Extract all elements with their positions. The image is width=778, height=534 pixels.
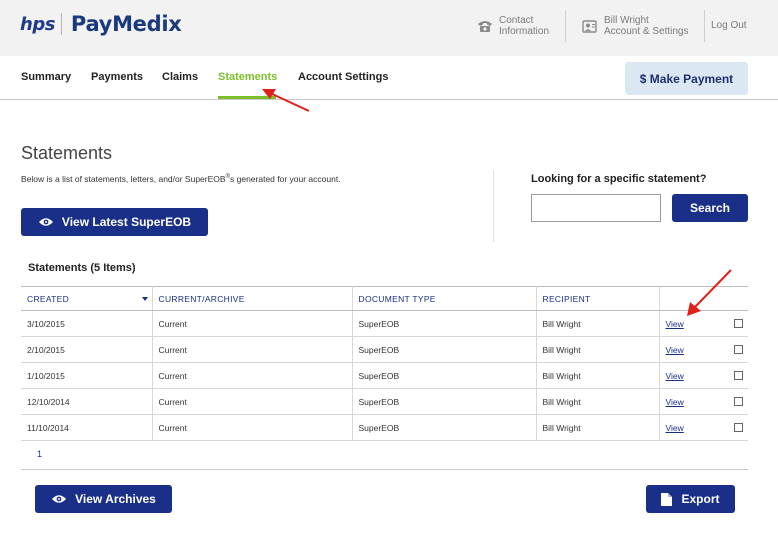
caret-down-icon xyxy=(141,297,148,301)
logo-name-text: PayMedix xyxy=(70,12,182,36)
cell-recipient: Bill Wright xyxy=(536,388,660,415)
cell-document-type: SuperEOB xyxy=(352,388,537,415)
cell-actions: View xyxy=(659,310,748,337)
table-header-row: CREATED CURRENT/ARCHIVE DOCUMENT TYPE RE… xyxy=(21,286,748,311)
eye-icon xyxy=(38,218,53,226)
cell-status: Current xyxy=(152,310,353,337)
account-label: Bill Wright Account & Settings xyxy=(604,15,689,37)
cell-created: 1/10/2015 xyxy=(21,362,153,389)
paymedix-logo[interactable]: hps PayMedix xyxy=(20,12,182,36)
page-title: Statements xyxy=(21,143,113,163)
view-link[interactable]: View xyxy=(666,345,684,355)
column-header-recipient[interactable]: RECIPIENT xyxy=(536,286,660,311)
statement-search-input[interactable] xyxy=(531,194,661,222)
created-header-label: CREATED xyxy=(27,293,70,304)
view-link[interactable]: View xyxy=(666,397,684,407)
cell-document-type: SuperEOB xyxy=(352,336,537,363)
view-link[interactable]: View xyxy=(666,371,684,381)
page-description: Below is a list of statements, letters, … xyxy=(21,174,341,184)
contact-line1: Contact xyxy=(499,15,534,26)
column-header-created[interactable]: CREATED xyxy=(21,286,153,311)
cell-status: Current xyxy=(152,414,353,441)
active-tab-underline xyxy=(218,96,276,99)
table-footer-divider xyxy=(21,469,748,470)
cell-actions: View xyxy=(659,388,748,415)
cell-created: 2/10/2015 xyxy=(21,336,153,363)
account-settings-link[interactable]: Bill Wright Account & Settings xyxy=(582,10,689,42)
description-text: Below is a list of statements, letters, … xyxy=(21,174,226,184)
top-header: hps PayMedix Contact Information Bill Wr… xyxy=(0,0,778,56)
statements-table: CREATED CURRENT/ARCHIVE DOCUMENT TYPE RE… xyxy=(21,286,748,441)
column-header-current-archive[interactable]: CURRENT/ARCHIVE xyxy=(152,286,353,311)
logo-divider xyxy=(60,13,62,35)
view-archives-label: View Archives xyxy=(75,492,156,506)
tab-payments[interactable]: Payments xyxy=(91,71,143,83)
cell-status: Current xyxy=(152,388,353,415)
cell-recipient: Bill Wright xyxy=(536,362,660,389)
user-card-icon xyxy=(582,20,597,33)
tab-statements[interactable]: Statements xyxy=(218,71,277,83)
cell-created: 11/10/2014 xyxy=(21,414,153,441)
cell-created: 3/10/2015 xyxy=(21,310,153,337)
table-row: 12/10/2014 Current SuperEOB Bill Wright … xyxy=(21,388,748,415)
table-row: 3/10/2015 Current SuperEOB Bill Wright V… xyxy=(21,310,748,337)
logo-hps-text: hps xyxy=(20,13,55,35)
table-row: 2/10/2015 Current SuperEOB Bill Wright V… xyxy=(21,336,748,363)
row-checkbox[interactable] xyxy=(734,371,743,380)
contact-information-link[interactable]: Contact Information xyxy=(477,10,549,42)
cell-recipient: Bill Wright xyxy=(536,414,660,441)
user-name: Bill Wright xyxy=(604,15,649,26)
view-latest-supereob-button[interactable]: View Latest SuperEOB xyxy=(21,208,208,236)
document-icon xyxy=(661,492,673,506)
description-suffix: s generated for your account. xyxy=(230,174,341,184)
search-button[interactable]: Search xyxy=(672,194,748,222)
view-latest-label: View Latest SuperEOB xyxy=(61,215,192,229)
search-label: Looking for a specific statement? xyxy=(531,173,707,185)
cell-recipient: Bill Wright xyxy=(536,336,660,363)
row-checkbox[interactable] xyxy=(734,345,743,354)
row-checkbox[interactable] xyxy=(734,423,743,432)
table-row: 1/10/2015 Current SuperEOB Bill Wright V… xyxy=(21,362,748,389)
column-header-actions xyxy=(659,286,748,311)
export-label: Export xyxy=(681,492,720,506)
cell-actions: View xyxy=(659,336,748,363)
logout-link[interactable]: Log Out xyxy=(711,20,747,31)
column-header-document-type[interactable]: DOCUMENT TYPE xyxy=(352,286,537,311)
cell-document-type: SuperEOB xyxy=(352,310,537,337)
tab-account-settings[interactable]: Account Settings xyxy=(298,71,388,83)
eye-icon xyxy=(52,495,67,503)
contact-label: Contact Information xyxy=(499,15,549,37)
account-settings-label: Account & Settings xyxy=(604,26,689,37)
cell-actions: View xyxy=(659,414,748,441)
phone-icon xyxy=(478,21,492,32)
view-archives-button[interactable]: View Archives xyxy=(35,485,172,513)
view-link[interactable]: View xyxy=(666,319,684,329)
tab-claims[interactable]: Claims xyxy=(162,71,198,83)
cell-document-type: SuperEOB xyxy=(352,414,537,441)
cell-status: Current xyxy=(152,362,353,389)
make-payment-button[interactable]: $ Make Payment xyxy=(625,62,748,95)
cell-actions: View xyxy=(659,362,748,389)
contact-line2: Information xyxy=(499,26,550,37)
header-separator xyxy=(704,10,705,42)
row-checkbox[interactable] xyxy=(734,319,743,328)
cell-document-type: SuperEOB xyxy=(352,362,537,389)
cell-recipient: Bill Wright xyxy=(536,310,660,337)
main-nav: Summary Payments Claims Statements Accou… xyxy=(0,56,778,100)
view-link[interactable]: View xyxy=(666,423,684,433)
cell-status: Current xyxy=(152,336,353,363)
statements-list-title: Statements (5 Items) xyxy=(28,262,136,274)
tab-summary[interactable]: Summary xyxy=(21,71,71,83)
header-separator xyxy=(565,10,566,42)
row-checkbox[interactable] xyxy=(734,397,743,406)
pagination-page[interactable]: 1 xyxy=(37,449,42,459)
export-button[interactable]: Export xyxy=(646,485,735,513)
cell-created: 12/10/2014 xyxy=(21,388,153,415)
section-divider xyxy=(493,170,494,242)
table-row: 11/10/2014 Current SuperEOB Bill Wright … xyxy=(21,414,748,441)
